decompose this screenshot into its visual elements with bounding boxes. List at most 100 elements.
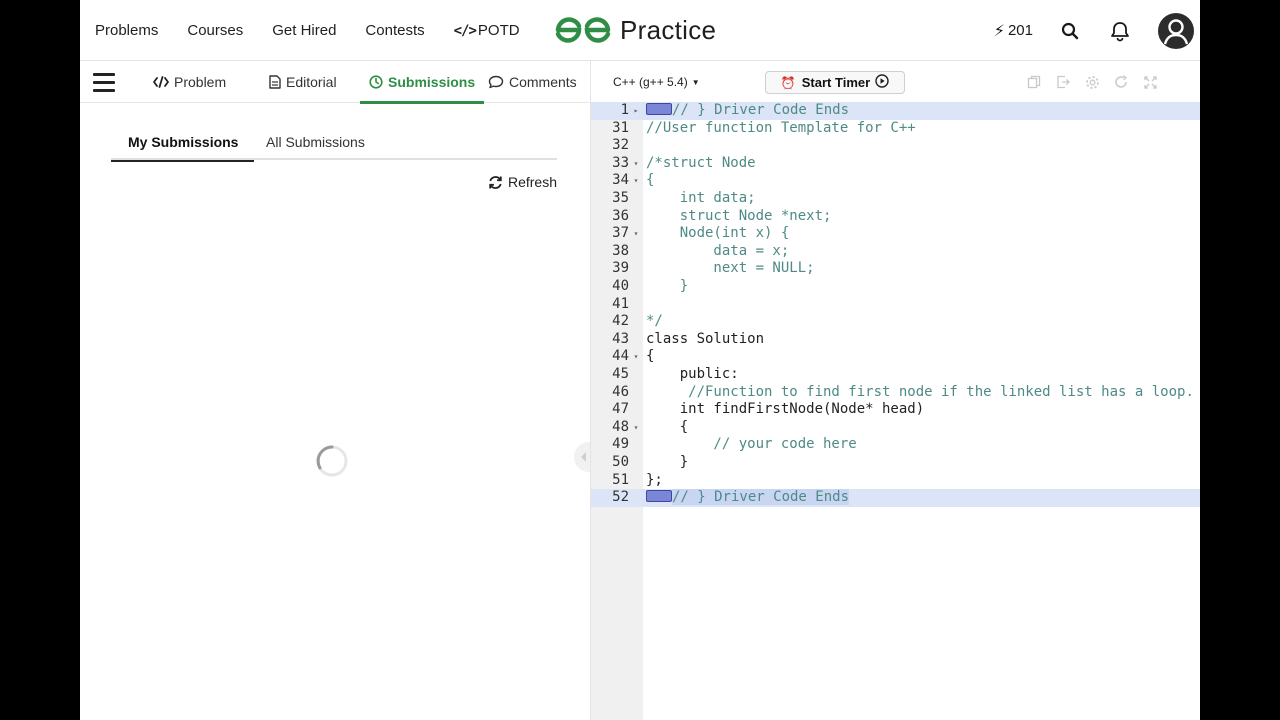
fold-toggle-icon[interactable]: ▸ <box>631 102 641 120</box>
line-number: 34 <box>612 172 629 189</box>
code-text: // your code here <box>646 436 857 453</box>
code-line-text: } <box>646 454 688 472</box>
tab-comments-label: Comments <box>509 74 577 90</box>
folded-code-marker-icon[interactable] <box>646 490 672 503</box>
streak-counter[interactable]: ⚡ 201 <box>994 21 1033 41</box>
line-number: 48 <box>612 418 629 435</box>
code-line[interactable]: 51}; <box>591 472 1200 490</box>
code-line[interactable]: 39 next = NULL; <box>591 260 1200 278</box>
code-line-text: data = x; <box>646 243 789 261</box>
code-line[interactable]: 37 ▾ Node(int x) { <box>591 225 1200 243</box>
code-line[interactable]: 38 data = x; <box>591 243 1200 261</box>
code-line[interactable]: 43 class Solution <box>591 331 1200 349</box>
tab-submissions[interactable]: Submissions <box>359 61 485 104</box>
tab-editorial[interactable]: Editorial <box>269 61 337 103</box>
line-number: 49 <box>612 436 629 453</box>
fold-toggle-icon[interactable]: ▾ <box>631 172 641 190</box>
nav-link-problems[interactable]: Problems <box>95 22 158 39</box>
code-text: } <box>646 454 689 470</box>
code-line[interactable]: 49 // your code here <box>591 436 1200 454</box>
tab-comments[interactable]: Comments <box>488 61 577 103</box>
line-number: 44 <box>612 348 629 365</box>
line-number: 36 <box>612 207 629 224</box>
nav-link-contests[interactable]: Contests <box>365 22 424 39</box>
play-icon <box>875 74 889 91</box>
nav-link-get-hired[interactable]: Get Hired <box>272 22 336 39</box>
line-number: 47 <box>612 401 629 418</box>
code-line[interactable]: 40 } <box>591 278 1200 296</box>
code-line-text: next = NULL; <box>646 260 814 278</box>
document-icon <box>269 75 281 89</box>
code-line-text: /*struct Node <box>646 155 756 173</box>
export-icon[interactable] <box>1054 73 1072 91</box>
lightning-icon: ⚡ <box>993 22 1005 40</box>
code-line[interactable]: 45 public: <box>591 366 1200 384</box>
code-line-text: // } Driver Code Ends <box>646 489 850 507</box>
gear-icon[interactable] <box>1083 73 1101 91</box>
reset-icon[interactable] <box>1112 73 1130 91</box>
bell-icon[interactable] <box>1108 19 1132 43</box>
app-window: Problems Courses Get Hired Contests </> … <box>80 0 1200 720</box>
code-line-text: class Solution <box>646 331 764 349</box>
language-select[interactable]: C++ (g++ 5.4) ▼ <box>613 71 700 93</box>
language-select-value: C++ (g++ 5.4) <box>613 75 688 89</box>
code-brackets-icon: </> <box>453 22 477 39</box>
fold-toggle-icon[interactable]: ▾ <box>631 225 641 243</box>
code-line[interactable]: 42 */ <box>591 313 1200 331</box>
code-line[interactable]: 50 } <box>591 454 1200 472</box>
code-line-text: public: <box>646 366 739 384</box>
line-number: 52 <box>612 489 629 506</box>
code-line-text: { <box>646 172 654 190</box>
gfg-logo[interactable]: Practice <box>554 12 716 48</box>
nav-link-potd[interactable]: </> POTD <box>454 22 520 39</box>
copy-icon[interactable] <box>1025 73 1043 91</box>
code-line[interactable]: 32 <box>591 137 1200 155</box>
avatar-icon[interactable] <box>1158 12 1194 49</box>
fold-toggle-icon[interactable]: ▾ <box>631 348 641 366</box>
streak-count: 201 <box>1007 22 1033 39</box>
search-icon[interactable] <box>1058 19 1082 43</box>
code-text: /*struct Node <box>646 154 756 171</box>
fold-toggle-icon[interactable]: ▾ <box>631 155 641 173</box>
hamburger-menu-icon[interactable] <box>93 73 115 93</box>
tab-problem-label: Problem <box>174 74 227 90</box>
code-line[interactable]: 34 ▾ { <box>591 172 1200 190</box>
code-line-text: }; <box>646 472 663 490</box>
code-line[interactable]: 44 ▾ { <box>591 348 1200 366</box>
code-line[interactable]: 52 // } Driver Code Ends <box>591 489 1200 507</box>
code-text: { <box>646 348 655 365</box>
nav-link-potd-label: POTD <box>477 22 520 39</box>
folded-code-marker-icon[interactable] <box>646 103 672 115</box>
code-line-text: } <box>646 278 688 296</box>
code-text: //Function to find first node if the lin… <box>646 383 1194 400</box>
fold-toggle-icon[interactable]: ▾ <box>631 419 641 437</box>
line-number: 42 <box>612 313 629 330</box>
fullscreen-icon[interactable] <box>1141 73 1159 91</box>
code-line[interactable]: 48 ▾ { <box>591 419 1200 437</box>
code-line[interactable]: 47 int findFirstNode(Node* head) <box>591 401 1200 419</box>
subtab-my-submissions[interactable]: My Submissions <box>110 123 256 162</box>
code-line[interactable]: 33 ▾ /*struct Node <box>591 155 1200 173</box>
left-panel: Problem Editorial Submissions Comments M… <box>80 61 604 720</box>
subtab-all-submissions[interactable]: All Submissions <box>266 123 365 160</box>
tab-editorial-label: Editorial <box>286 74 337 90</box>
code-line[interactable]: 46 //Function to find first node if the … <box>591 384 1200 402</box>
refresh-button[interactable]: Refresh <box>488 174 557 190</box>
chevron-down-icon: ▼ <box>691 77 700 87</box>
start-timer-button[interactable]: ⏰ Start Timer <box>765 71 905 94</box>
code-line-text: struct Node *next; <box>646 207 832 226</box>
start-timer-label: Start Timer <box>801 75 871 90</box>
code-line[interactable]: 31 //User function Template for C++ <box>591 120 1200 138</box>
code-line[interactable]: 36 struct Node *next; <box>591 208 1200 226</box>
code-editor[interactable]: 1 ▸ // } Driver Code Ends 31 //User function… <box>591 102 1200 720</box>
code-line[interactable]: 41 <box>591 296 1200 314</box>
tab-problem[interactable]: Problem <box>153 61 226 103</box>
clock-icon <box>369 75 383 89</box>
code-text: */ <box>646 313 663 330</box>
code-line[interactable]: 1 ▸ // } Driver Code Ends <box>591 102 1200 120</box>
code-text: struct Node *next; <box>646 207 832 224</box>
gfg-logo-icon <box>555 17 611 43</box>
code-line[interactable]: 35 int data; <box>591 190 1200 208</box>
line-number: 32 <box>612 137 629 154</box>
nav-link-courses[interactable]: Courses <box>187 22 243 39</box>
